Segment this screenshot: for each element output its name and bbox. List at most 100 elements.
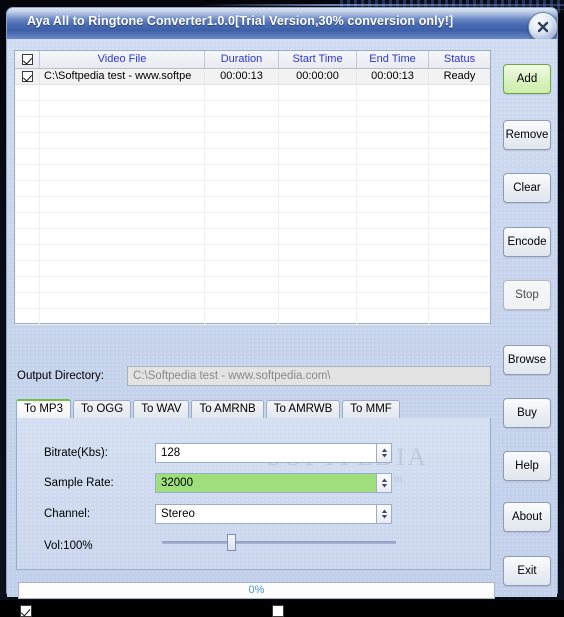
exit-button[interactable]: Exit [503, 556, 551, 586]
channel-combobox[interactable]: Stereo [155, 504, 377, 524]
empty-cell [357, 197, 429, 212]
tab-to-amrwb[interactable]: To AMRWB [266, 400, 341, 418]
file-list-header: Video File Duration Start Time End Time … [15, 51, 490, 69]
volume-slider-thumb[interactable] [227, 534, 236, 551]
buy-button[interactable]: Buy [503, 398, 551, 428]
application-window: Aya All to Ringtone Converter1.0.0[Trial… [6, 7, 558, 596]
empty-cell [279, 277, 357, 292]
volume-label: Vol:100% [44, 540, 93, 552]
empty-cell [357, 117, 429, 132]
empty-cell [205, 277, 279, 292]
file-list-empty-row [15, 245, 490, 261]
empty-cell [357, 149, 429, 164]
channel-spinner[interactable] [376, 504, 392, 524]
empty-cell [429, 181, 490, 196]
empty-cell [15, 117, 40, 132]
empty-cell [279, 117, 357, 132]
column-header-duration[interactable]: Duration [205, 51, 279, 68]
file-list[interactable]: Video File Duration Start Time End Time … [14, 50, 491, 324]
tab-to-mmf[interactable]: To MMF [342, 400, 400, 418]
open-output-directory-checkbox[interactable]: Open Output Directory after finished [20, 605, 221, 617]
empty-cell [40, 277, 205, 292]
progress-bar: 0% [18, 582, 495, 599]
window-title: Aya All to Ringtone Converter1.0.0[Trial… [27, 14, 453, 28]
clear-button[interactable]: Clear [503, 173, 551, 203]
empty-cell [279, 133, 357, 148]
empty-cell [429, 197, 490, 212]
empty-cell [205, 181, 279, 196]
volume-slider-track[interactable] [162, 541, 396, 544]
empty-cell [15, 277, 40, 292]
close-button[interactable] [528, 12, 558, 42]
bitrate-combobox[interactable]: 128 [155, 443, 377, 463]
empty-cell [40, 165, 205, 180]
bitrate-label: Bitrate(Kbs): [44, 447, 108, 459]
tab-to-amrnb[interactable]: To AMRNB [191, 400, 263, 418]
empty-cell [205, 101, 279, 116]
empty-cell [205, 197, 279, 212]
empty-cell [40, 85, 205, 100]
empty-cell [205, 85, 279, 100]
checkbox-box [20, 605, 32, 617]
empty-cell [40, 213, 205, 228]
bitrate-spinner[interactable] [376, 443, 392, 463]
empty-cell [40, 309, 205, 324]
column-header-end-time[interactable]: End Time [357, 51, 429, 68]
samplerate-label: Sample Rate: [44, 477, 114, 489]
empty-cell [279, 181, 357, 196]
add-button[interactable]: Add [503, 64, 551, 94]
file-list-empty-row [15, 165, 490, 181]
samplerate-spinner[interactable] [376, 473, 392, 493]
table-row[interactable]: C:\Softpedia test - www.softpe 00:00:13 … [15, 69, 490, 85]
empty-cell [15, 133, 40, 148]
help-button[interactable]: Help [503, 451, 551, 481]
empty-cell [279, 293, 357, 308]
row-checkbox[interactable] [22, 71, 33, 82]
file-list-empty-row [15, 213, 490, 229]
column-header-video-file[interactable]: Video File [40, 51, 205, 68]
empty-cell [357, 85, 429, 100]
empty-cell [15, 293, 40, 308]
column-header-start-time[interactable]: Start Time [279, 51, 357, 68]
row-select-cell[interactable] [15, 69, 40, 84]
column-header-status[interactable]: Status [429, 51, 490, 68]
browse-button[interactable]: Browse [503, 345, 551, 375]
shutdown-pc-label: Shutdown PC after finished [289, 605, 428, 617]
column-header-checkbox[interactable] [15, 51, 40, 68]
cell-end-time: 00:00:13 [357, 69, 429, 84]
empty-cell [205, 133, 279, 148]
empty-cell [15, 245, 40, 260]
samplerate-combobox[interactable]: 32000 [155, 473, 377, 493]
remove-button[interactable]: Remove [503, 120, 551, 150]
select-all-checkbox[interactable] [22, 54, 33, 65]
empty-cell [15, 197, 40, 212]
empty-cell [40, 261, 205, 276]
file-list-empty-row [15, 229, 490, 245]
empty-cell [429, 149, 490, 164]
file-list-empty-row [15, 309, 490, 325]
tab-to-wav[interactable]: To WAV [133, 400, 189, 418]
output-directory-field[interactable]: C:\Softpedia test - www.softpedia.com\ [127, 366, 491, 386]
empty-cell [40, 149, 205, 164]
window-content: Video File Duration Start Time End Time … [7, 39, 557, 597]
empty-cell [40, 101, 205, 116]
about-button[interactable]: About [503, 502, 551, 532]
encode-button[interactable]: Encode [503, 227, 551, 257]
output-directory-label: Output Directory: [17, 370, 104, 382]
tab-to-ogg[interactable]: To OGG [73, 400, 131, 418]
empty-cell [357, 213, 429, 228]
empty-cell [15, 165, 40, 180]
file-list-empty-row [15, 101, 490, 117]
empty-cell [205, 229, 279, 244]
tab-to-mp3[interactable]: To MP3 [16, 399, 71, 418]
spinner-arrows-icon [380, 447, 389, 459]
spinner-arrows-icon [380, 508, 389, 520]
empty-cell [40, 293, 205, 308]
shutdown-pc-checkbox[interactable]: Shutdown PC after finished [272, 605, 428, 617]
empty-cell [357, 165, 429, 180]
stop-button[interactable]: Stop [503, 280, 551, 310]
open-output-directory-label: Open Output Directory after finished [37, 605, 221, 617]
empty-cell [357, 229, 429, 244]
empty-cell [429, 165, 490, 180]
file-list-empty-area [15, 85, 490, 325]
